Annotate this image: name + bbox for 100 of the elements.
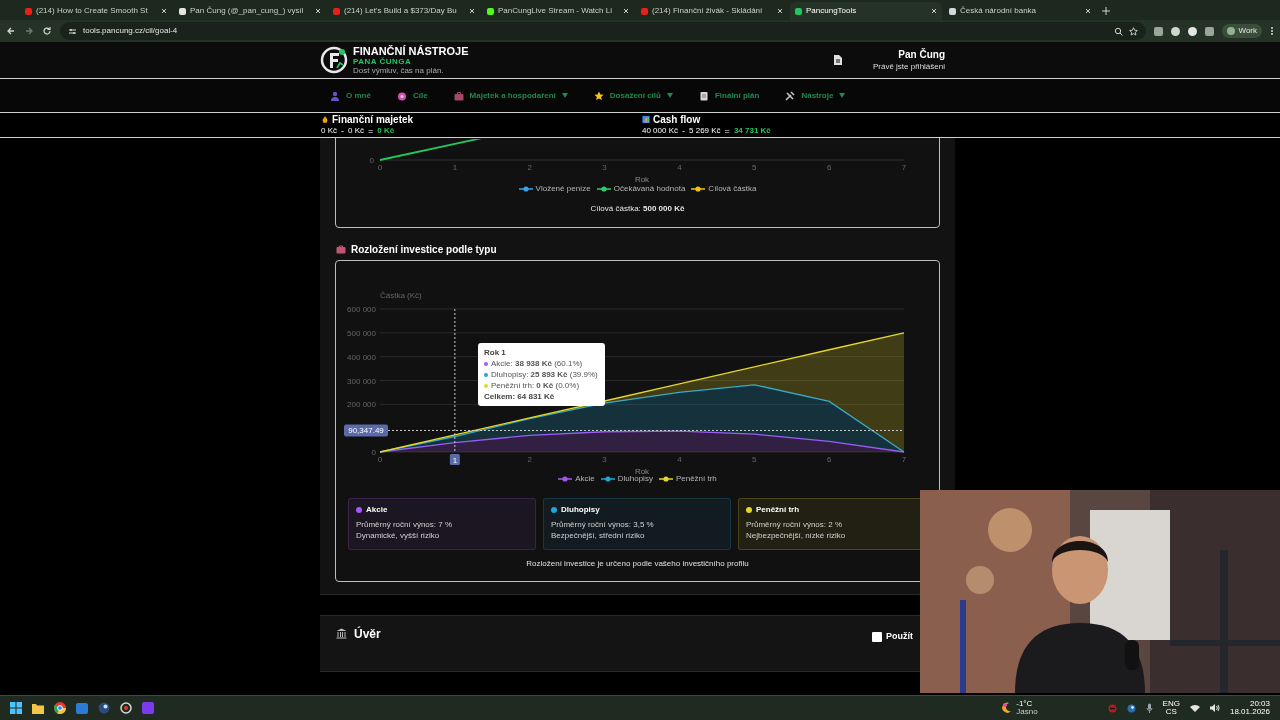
card-title: Akcie: [366, 504, 388, 516]
new-tab-icon[interactable]: [1102, 7, 1110, 15]
menu-icon[interactable]: [1270, 26, 1274, 36]
checkbox-label: Použít: [886, 630, 913, 643]
browser-tab[interactable]: Pan Čung (@_pan_cung_) vysíl: [174, 2, 326, 20]
user-name: Pan Čung: [898, 49, 945, 60]
browser-tab[interactable]: (214) How to Create Smooth St: [20, 2, 172, 20]
close-icon[interactable]: [469, 8, 475, 14]
language-indicator[interactable]: ENG: [1162, 700, 1180, 708]
axis-tick-label: 1: [452, 163, 458, 172]
app-icon[interactable]: [120, 702, 132, 714]
allocation-note: Rozložení investice je určeno podle vašeho investičního profilu: [526, 558, 749, 570]
target-icon: [396, 90, 407, 101]
summary-result: 0 Kč: [377, 126, 395, 136]
nav-link[interactable]: O mně: [346, 89, 371, 102]
caret-icon: [666, 93, 673, 98]
equals-sign: =: [368, 126, 374, 136]
zoom-icon[interactable]: [1114, 26, 1124, 36]
close-icon[interactable]: [931, 8, 937, 14]
summary-title: Finanční majetek: [332, 113, 414, 126]
close-icon[interactable]: [1085, 8, 1091, 14]
legend-item[interactable]: Očekávaná hodnota: [596, 183, 686, 195]
folder-icon[interactable]: [32, 702, 44, 714]
axis-tick-label: 7: [901, 163, 907, 172]
card-text: Dynamické, vyšší riziko: [356, 531, 441, 541]
legend-item[interactable]: Vložené peníze: [518, 183, 591, 195]
windows-start-icon[interactable]: [10, 702, 22, 714]
tooltip-row-text: Dluhopisy: 25 893 Kč (39.9%): [491, 369, 598, 380]
browser-tab[interactable]: (214) Let's Build a $373/Day Bu: [328, 2, 480, 20]
document-icon[interactable]: [832, 54, 843, 66]
bookmark-star-icon[interactable]: [1129, 26, 1139, 36]
address-bar[interactable]: tools.pancung.cz/cil/goal-4: [60, 22, 1147, 40]
site-title: FINANČNÍ NÁSTROJE: [353, 45, 469, 57]
weather-condition: Jasno: [1016, 708, 1038, 716]
login-status: Právě jste přihlášeni: [872, 62, 945, 71]
site-info-icon[interactable]: [68, 26, 77, 36]
person-icon: [330, 90, 340, 101]
tooltip-row-text: Peněžní trh: 0 Kč (0.0%): [491, 380, 580, 391]
clock-date[interactable]: 18.01.2026: [1229, 708, 1270, 716]
crosshair-value-label: 90,347.49: [344, 424, 388, 437]
axis-tick-label: 3: [602, 163, 607, 172]
bank-icon: [336, 628, 347, 639]
section-heading: Rozložení investice podle typu: [351, 243, 497, 257]
microphone-icon[interactable]: [1145, 703, 1153, 713]
legend-item[interactable]: Dluhopisy: [600, 473, 653, 485]
weather-icon: [1000, 702, 1013, 714]
briefcase-icon: [453, 90, 464, 101]
summary-title: Cash flow: [653, 113, 701, 126]
legend-item[interactable]: Cílová částka: [691, 183, 757, 195]
minus-sign: -: [682, 126, 686, 136]
tray-icon[interactable]: [1107, 703, 1117, 713]
axis-tick-label: 6: [826, 455, 832, 464]
nav-link[interactable]: Majetek a hospodaření: [469, 89, 568, 102]
axis-tick-label: 200 000: [347, 400, 376, 410]
star-icon: [593, 90, 604, 101]
browser-tab[interactable]: PancungTools: [790, 2, 942, 20]
wifi-icon[interactable]: [1189, 704, 1200, 712]
axis-tick-label: 400 000: [347, 352, 376, 362]
keyboard-layout-indicator[interactable]: CS: [1165, 708, 1177, 716]
browser-tab[interactable]: (214) Finanční živák - Skládání: [636, 2, 788, 20]
browser-icon[interactable]: [54, 702, 66, 714]
axis-tick-label: 5: [752, 455, 757, 464]
reload-icon[interactable]: [42, 26, 52, 36]
url-text: tools.pancung.cz/cil/goal-4: [83, 25, 178, 37]
close-icon[interactable]: [315, 8, 321, 14]
close-icon[interactable]: [161, 8, 167, 14]
section-heading: Úvěr: [354, 628, 381, 640]
close-icon[interactable]: [777, 8, 783, 14]
checkbox[interactable]: [872, 631, 882, 642]
caret-icon: [561, 93, 568, 98]
tooltip-row-text: Akcie: 38 938 Kč (60.1%): [491, 358, 583, 369]
minus-sign: -: [341, 126, 344, 136]
crosshair-year-label: 1: [449, 454, 460, 465]
close-icon[interactable]: [623, 8, 629, 14]
clock-time[interactable]: 20:03: [1249, 700, 1270, 708]
profile-button[interactable]: Work: [1222, 24, 1262, 38]
axis-title: Rok: [634, 467, 650, 476]
forward-icon[interactable]: [24, 26, 34, 36]
card-title: Dluhopisy: [561, 504, 600, 516]
tooltip-total: Celkem: 64 831 Kč: [484, 391, 556, 402]
nav-link[interactable]: Nástroje: [801, 89, 846, 102]
nav-link[interactable]: Cíle: [412, 89, 428, 102]
axis-tick-label: 0: [377, 455, 383, 464]
legend-item[interactable]: Peněžní trh: [658, 473, 717, 485]
tagline: Dost výmluv, čas na plán.: [353, 66, 445, 75]
summary-value: 0 Kč: [321, 126, 337, 136]
nav-link[interactable]: Dosažení cílů: [609, 89, 673, 102]
browser-tab[interactable]: PanCungLive Stream - Watch Li: [482, 2, 634, 20]
axis-tick-label: 500 000: [347, 328, 376, 338]
summary-value: 5 269 Kč: [689, 126, 721, 136]
back-icon[interactable]: [6, 26, 16, 36]
app-icon[interactable]: [98, 702, 110, 714]
site-subtitle: PANA ČUNGA: [353, 57, 413, 66]
nav-link[interactable]: Finální plán: [714, 89, 760, 102]
volume-icon[interactable]: [1209, 704, 1220, 712]
axis-tick-label: 7: [901, 455, 907, 464]
axis-tick-label: 6: [826, 163, 832, 172]
axis-tick-label: 2: [527, 163, 532, 172]
legend-item[interactable]: Akcie: [558, 473, 595, 485]
browser-tab[interactable]: Česká národní banka: [944, 2, 1096, 20]
